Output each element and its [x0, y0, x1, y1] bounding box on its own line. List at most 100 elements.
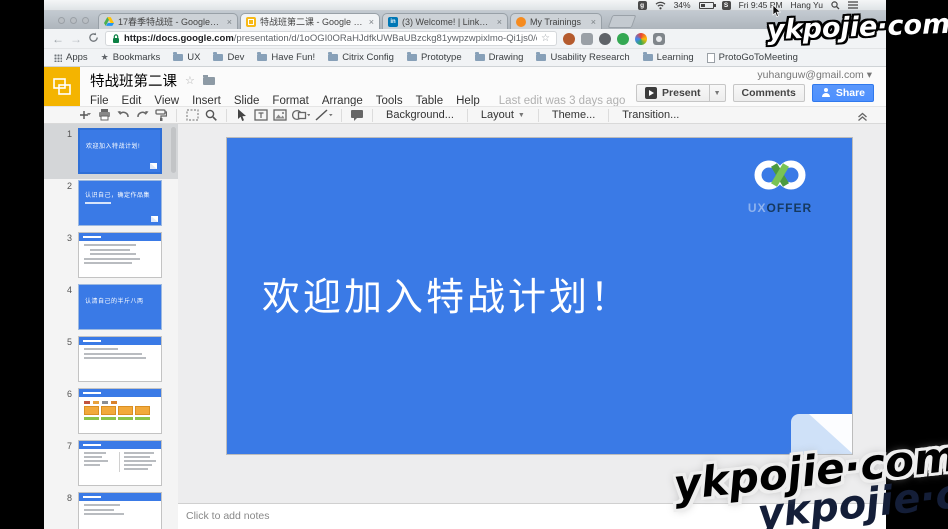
bookmark-folder-citrix[interactable]: Citrix Config — [328, 52, 394, 63]
wifi-icon[interactable] — [655, 1, 666, 10]
current-slide[interactable]: 欢迎加入特战计划！ UXOFFER — [226, 137, 853, 455]
sync-app-icon[interactable]: S — [722, 1, 731, 10]
extension-icon-2[interactable] — [581, 33, 593, 45]
tab-title: 17春季特战班 - Google Dri — [118, 15, 221, 28]
layout-button[interactable]: Layout▼ — [476, 109, 530, 121]
bookmark-protogotomeeting[interactable]: ProtoGoToMeeting — [707, 52, 798, 63]
bookmark-folder-drawing[interactable]: Drawing — [475, 52, 524, 63]
bookmark-star-icon[interactable]: ☆ — [541, 33, 550, 44]
watermark-top: ykpojie·com — [766, 9, 948, 46]
bookmark-folder-dev[interactable]: Dev — [213, 52, 244, 63]
thumbnail-slide-3[interactable] — [78, 232, 162, 278]
filmstrip-scrollbar[interactable] — [171, 127, 176, 173]
close-icon[interactable]: × — [225, 17, 232, 27]
address-bar[interactable]: https://docs.google.com/presentation/d/1… — [105, 31, 557, 46]
menubar-username[interactable]: Hang Yu — [791, 0, 823, 10]
menubar-app-icon[interactable]: g — [638, 1, 647, 10]
url-text: https://docs.google.com/presentation/d/1… — [124, 33, 537, 44]
slides-favicon — [246, 17, 256, 27]
bookmark-bookmarks[interactable]: ★Bookmarks — [101, 52, 161, 63]
extension-icon-6[interactable] — [653, 33, 665, 45]
tab-title: (3) Welcome! | LinkedIn — [402, 17, 491, 27]
print-icon[interactable] — [97, 108, 111, 122]
insert-shape-icon[interactable] — [292, 108, 310, 122]
insert-image-icon[interactable] — [273, 108, 287, 122]
tab-google-drive[interactable]: 17春季特战班 - Google Dri × — [98, 13, 238, 29]
redo-icon[interactable] — [135, 108, 149, 122]
zoom-fit-icon[interactable] — [185, 108, 199, 122]
share-button[interactable]: Share — [812, 84, 874, 102]
new-tab-button[interactable] — [608, 15, 637, 28]
thumb-header-bar — [79, 389, 161, 397]
extension-icon-5[interactable] — [635, 33, 647, 45]
screenshot-stage: g 34% S Fri 9:45 PM Hang Yu 17春季 — [0, 0, 948, 529]
zoom-icon[interactable] — [204, 108, 218, 122]
comments-button[interactable]: Comments — [733, 84, 805, 102]
thumbnail-slide-6[interactable] — [78, 388, 162, 434]
paint-format-icon[interactable] — [154, 108, 168, 122]
bookmarks-bar: Apps ★Bookmarks UX Dev Have Fun! Citrix … — [44, 49, 886, 67]
thumb-title: 认识自己，确定作品集 — [79, 181, 161, 200]
new-slide-button[interactable] — [78, 108, 92, 122]
thumb-title: 认清自己的半斤八两 — [79, 285, 161, 306]
doc-title[interactable]: 特战班第二课 — [90, 70, 177, 91]
thumb-diagram-green — [84, 417, 156, 420]
person-icon — [821, 88, 831, 98]
thumbnail-slide-2[interactable]: 认识自己，确定作品集 — [78, 180, 162, 226]
star-doc-icon[interactable]: ☆ — [185, 74, 195, 87]
window-controls[interactable] — [58, 17, 89, 24]
present-button[interactable]: Present — [636, 84, 710, 102]
battery-percent: 34% — [674, 0, 691, 10]
slides-logo[interactable] — [44, 67, 80, 106]
move-folder-icon[interactable] — [203, 77, 215, 85]
linkedin-favicon: in — [388, 17, 398, 27]
back-button[interactable]: ← — [52, 33, 64, 45]
close-icon[interactable]: × — [495, 17, 502, 27]
bookmark-apps[interactable]: Apps — [54, 52, 88, 63]
tab-google-slides[interactable]: 特战班第二课 - Google Sli × — [240, 13, 380, 29]
thumbnail-slide-5[interactable] — [78, 336, 162, 382]
theme-button[interactable]: Theme... — [547, 109, 600, 121]
chrome-toolbar: ← → https://docs.google.com/presentation… — [44, 29, 886, 49]
bookmark-folder-ux[interactable]: UX — [173, 52, 200, 63]
reload-button[interactable] — [88, 30, 99, 48]
spotlight-icon[interactable] — [831, 1, 840, 10]
tab-title: 特战班第二课 - Google Sli — [260, 15, 363, 28]
thumbnail-slide-7[interactable] — [78, 440, 162, 486]
slide-number: 1 — [54, 129, 72, 139]
extension-icon-4[interactable] — [617, 33, 629, 45]
close-icon[interactable]: × — [367, 17, 374, 27]
folder-icon — [213, 54, 223, 61]
bookmark-folder-usability[interactable]: Usability Research — [536, 52, 629, 63]
uxoffer-wordmark: UXOFFER — [734, 201, 826, 215]
transition-button[interactable]: Transition... — [617, 109, 684, 121]
forward-button[interactable]: → — [70, 33, 82, 45]
select-cursor-icon[interactable] — [235, 108, 249, 122]
present-dropdown[interactable]: ▼ — [710, 84, 726, 102]
thumbnail-slide-8[interactable] — [78, 492, 162, 529]
thumbnail-slide-1[interactable]: 欢迎加入特战计划! — [78, 128, 162, 174]
chrome-tab-strip: 17春季特战班 - Google Dri × 特战班第二课 - Google S… — [44, 11, 886, 29]
insert-comment-icon[interactable] — [350, 108, 364, 122]
slide-title[interactable]: 欢迎加入特战计划！ — [262, 266, 631, 321]
slide-number: 8 — [54, 493, 72, 503]
tab-my-trainings[interactable]: My Trainings × — [510, 13, 602, 29]
bookmark-folder-learning[interactable]: Learning — [643, 52, 694, 63]
undo-icon[interactable] — [116, 108, 130, 122]
thumbnail-slide-4[interactable]: 认清自己的半斤八两 — [78, 284, 162, 330]
bookmark-folder-have-fun[interactable]: Have Fun! — [257, 52, 315, 63]
background-button[interactable]: Background... — [381, 109, 459, 121]
extension-icon-1[interactable] — [563, 33, 575, 45]
text-box-icon[interactable] — [254, 108, 268, 122]
notification-center-icon[interactable] — [848, 1, 858, 9]
close-icon[interactable]: × — [589, 17, 596, 27]
slide-number: 2 — [54, 181, 72, 191]
insert-line-icon[interactable] — [315, 108, 333, 122]
thumb-header-bar — [79, 441, 161, 449]
battery-icon — [699, 2, 714, 9]
drive-favicon — [104, 17, 114, 27]
account-email[interactable]: yuhanguw@gmail.com ▾ — [757, 69, 872, 81]
bookmark-folder-prototype[interactable]: Prototype — [407, 52, 462, 63]
tab-linkedin[interactable]: in (3) Welcome! | LinkedIn × — [382, 13, 508, 29]
extension-icon-3[interactable] — [599, 33, 611, 45]
